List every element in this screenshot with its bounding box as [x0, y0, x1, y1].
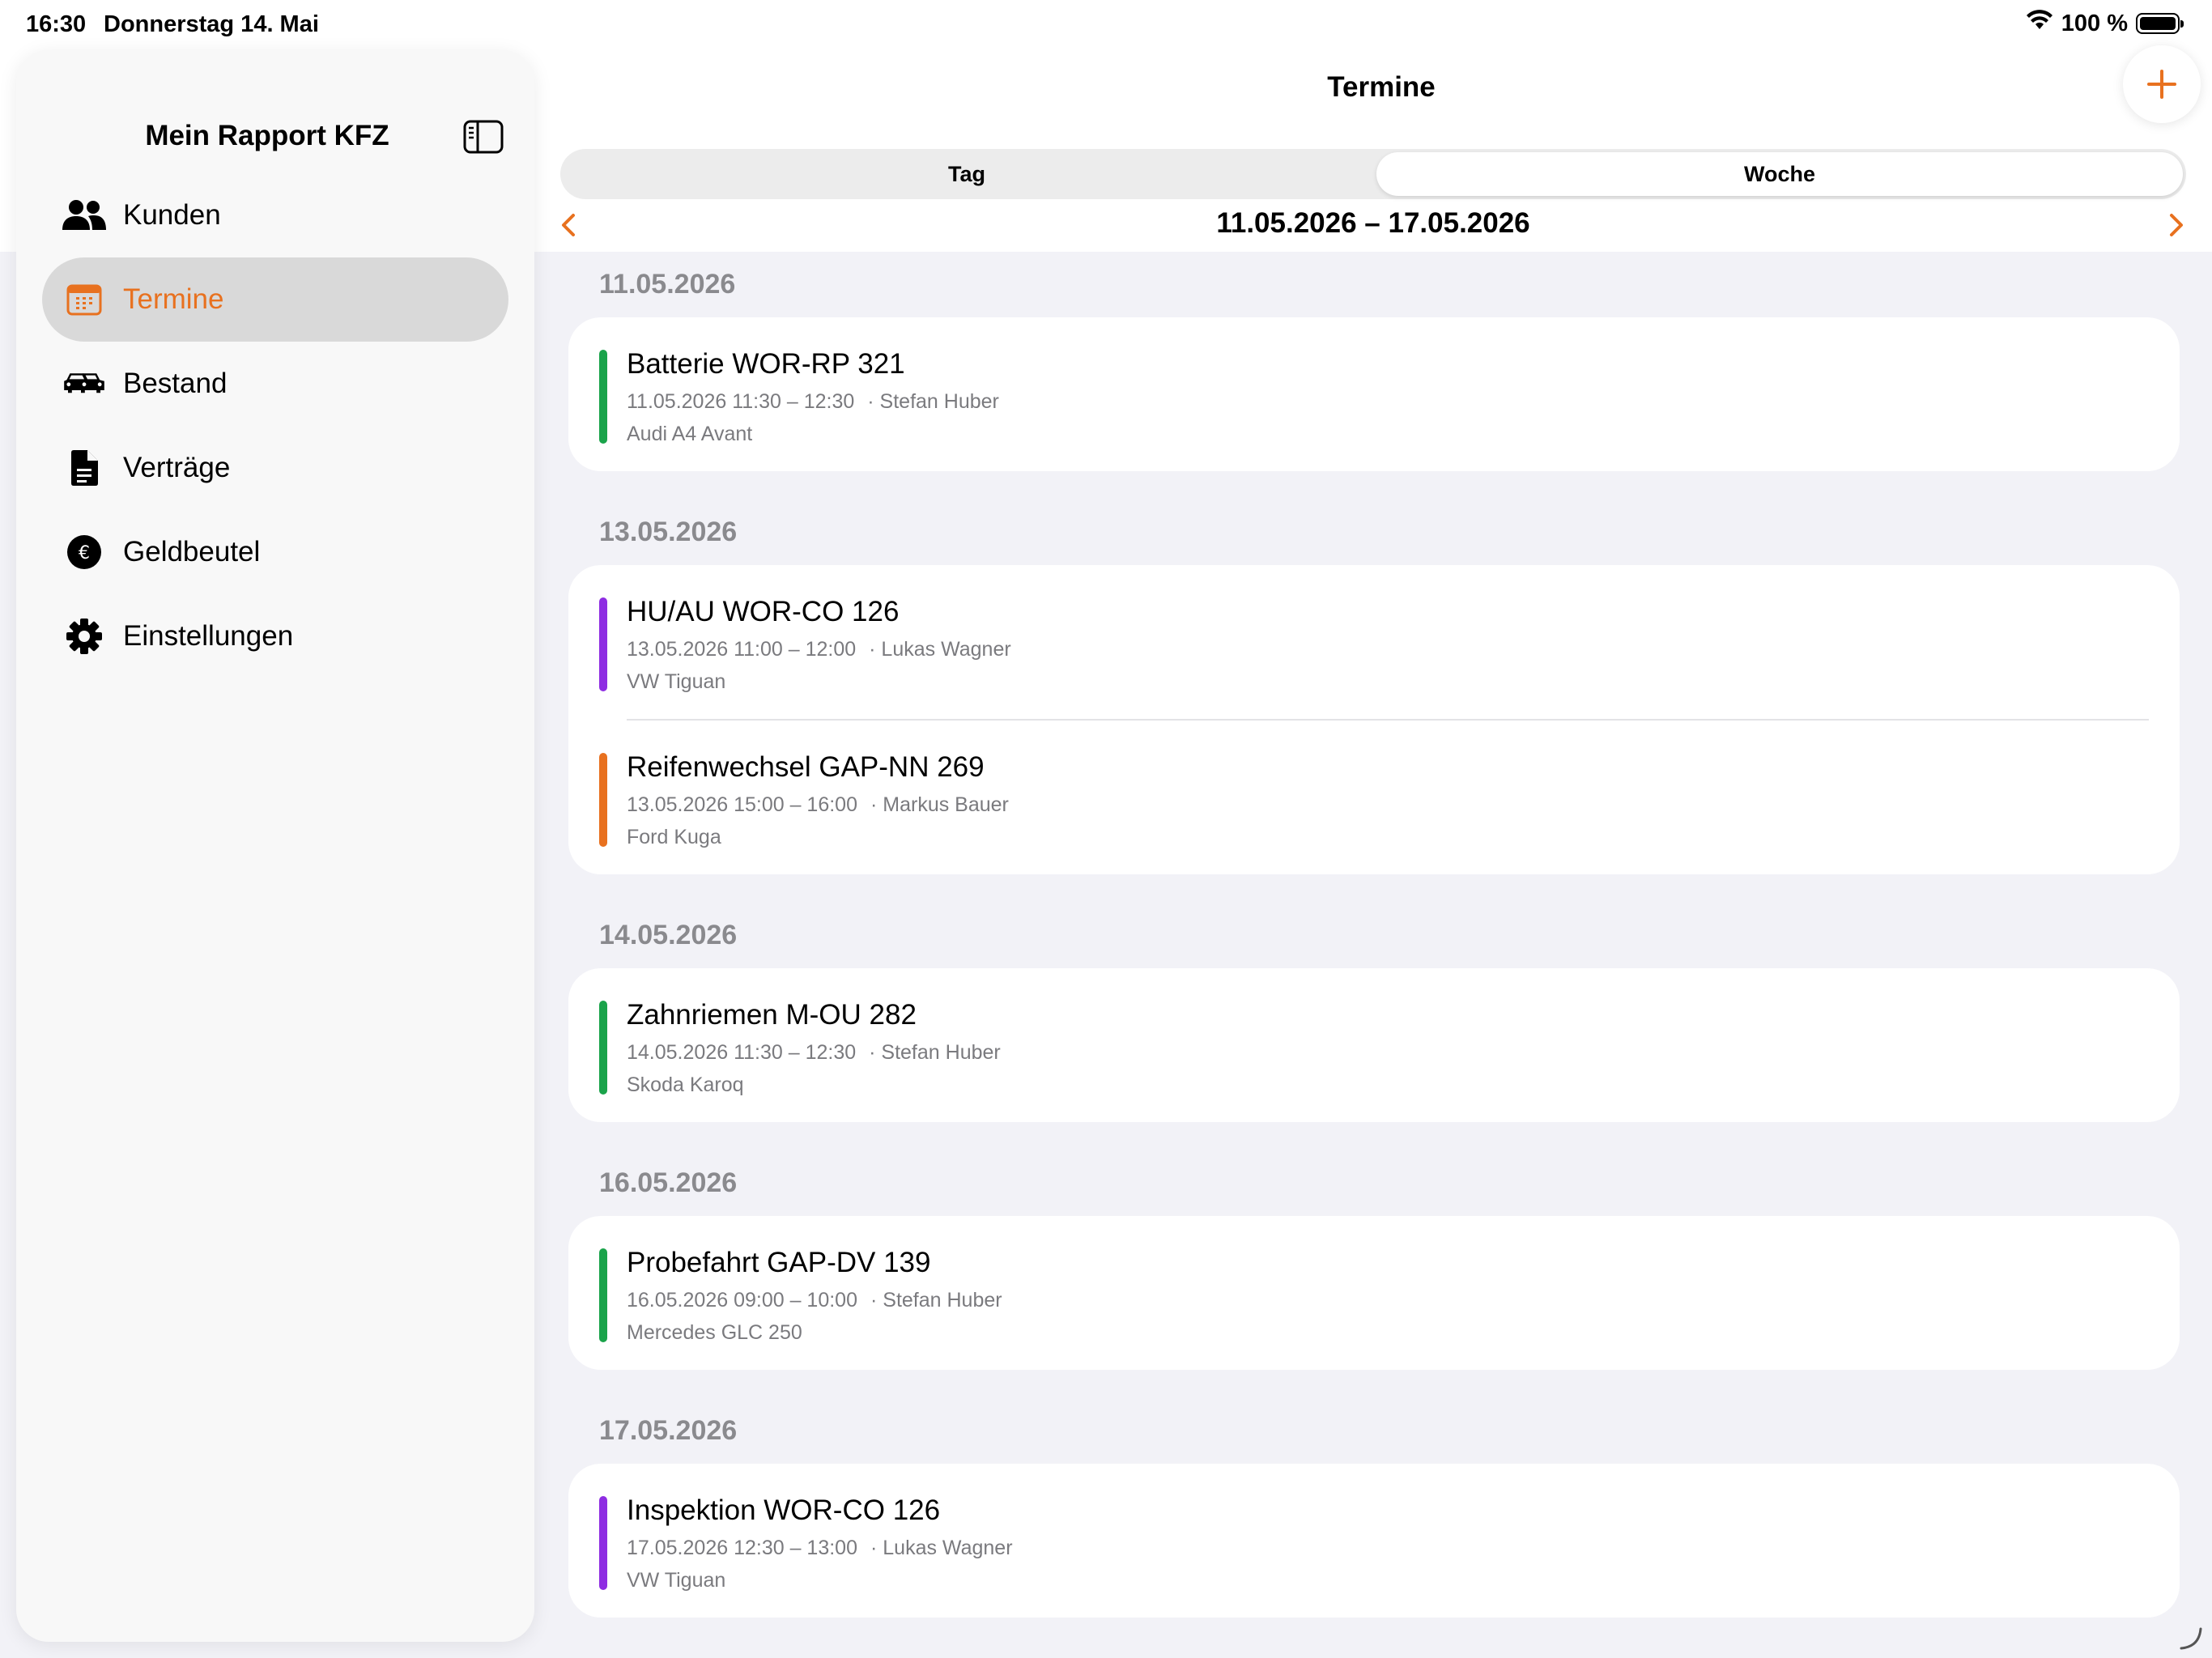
appointment-card: Batterie WOR-RP 321 11.05.2026 11:30 – 1…	[568, 317, 2180, 471]
appointment-color-bar	[599, 597, 607, 691]
sidebar-item-label: Einstellungen	[123, 620, 294, 652]
appointment-person: · Lukas Wagner	[870, 1537, 1013, 1559]
chevron-right-icon[interactable]	[2165, 209, 2188, 241]
appointment-title: Probefahrt GAP-DV 139	[627, 1247, 931, 1278]
appointment-row[interactable]: Batterie WOR-RP 321 11.05.2026 11:30 – 1…	[568, 317, 2180, 471]
appointment-title: Batterie WOR-RP 321	[627, 348, 905, 380]
appointment-meta: 14.05.2026 11:30 – 12:30 · Stefan Huber	[627, 1041, 1001, 1065]
section-date: 11.05.2026	[599, 269, 736, 300]
appointment-row[interactable]: Reifenwechsel GAP-NN 269 13.05.2026 15:0…	[568, 721, 2180, 874]
sidebar-item-vertraege[interactable]: Verträge	[42, 426, 508, 510]
gear-icon	[62, 614, 107, 659]
battery-icon	[2136, 13, 2184, 34]
sidebar-item-geldbeutel[interactable]: € Geldbeutel	[42, 510, 508, 594]
appointment-card: Inspektion WOR-CO 126 17.05.2026 12:30 –…	[568, 1464, 2180, 1618]
sidebar-item-label: Verträge	[123, 452, 231, 483]
appointment-person: · Markus Bauer	[870, 793, 1009, 816]
page-title: Termine	[1327, 71, 1436, 103]
appointment-time: 13.05.2026 15:00 – 16:00	[627, 793, 857, 816]
appointment-title: Reifenwechsel GAP-NN 269	[627, 751, 985, 783]
appointment-color-bar	[599, 350, 607, 444]
appointment-person: · Stefan Huber	[867, 390, 999, 413]
status-right: 100 %	[2026, 10, 2184, 37]
sidebar-nav: Kunden Termine Bestand Verträge € Geldbe…	[42, 173, 508, 678]
appointment-person: · Stefan Huber	[869, 1041, 1001, 1064]
people-icon	[62, 193, 107, 238]
appointment-color-bar	[599, 753, 607, 847]
appointment-time: 17.05.2026 12:30 – 13:00	[627, 1537, 857, 1559]
status-date: Donnerstag 14. Mai	[104, 11, 319, 37]
appointment-time: 13.05.2026 11:00 – 12:00	[627, 638, 857, 661]
appointment-color-bar	[599, 1496, 607, 1590]
calendar-icon	[62, 277, 107, 322]
appointment-vehicle: Audi A4 Avant	[627, 423, 753, 445]
appointment-card: HU/AU WOR-CO 126 13.05.2026 11:00 – 12:0…	[568, 565, 2180, 874]
appointment-title: Inspektion WOR-CO 126	[627, 1494, 941, 1526]
sidebar-item-label: Bestand	[123, 368, 228, 399]
appointment-vehicle: Mercedes GLC 250	[627, 1321, 802, 1344]
appointment-row[interactable]: Zahnriemen M-OU 282 14.05.2026 11:30 – 1…	[568, 968, 2180, 1122]
status-bar: 16:30 Donnerstag 14. Mai 100 %	[0, 0, 2212, 52]
appointment-row[interactable]: HU/AU WOR-CO 126 13.05.2026 11:00 – 12:0…	[568, 565, 2180, 719]
appointment-meta: 16.05.2026 09:00 – 10:00 · Stefan Huber	[627, 1289, 1002, 1312]
appointment-color-bar	[599, 1001, 607, 1095]
segment-woche[interactable]: Woche	[1376, 152, 2183, 196]
sidebar-toggle-icon[interactable]	[463, 120, 504, 154]
appointment-color-bar	[599, 1248, 607, 1342]
appointment-vehicle: VW Tiguan	[627, 1569, 726, 1592]
plus-icon	[2147, 70, 2176, 99]
appointment-row[interactable]: Inspektion WOR-CO 126 17.05.2026 12:30 –…	[568, 1464, 2180, 1618]
sidebar-item-kunden[interactable]: Kunden	[42, 173, 508, 257]
appointment-title: HU/AU WOR-CO 126	[627, 596, 900, 627]
appointment-vehicle: Skoda Karoq	[627, 1073, 744, 1096]
sidebar: Mein Rapport KFZ Kunden Termine Bestand	[16, 50, 534, 1642]
appointment-vehicle: Ford Kuga	[627, 826, 721, 848]
appointment-time: 14.05.2026 11:30 – 12:30	[627, 1041, 857, 1064]
appointment-meta: 13.05.2026 11:00 – 12:00 · Lukas Wagner	[627, 638, 1011, 661]
sidebar-title: Mein Rapport KFZ	[145, 120, 389, 151]
appointment-card: Zahnriemen M-OU 282 14.05.2026 11:30 – 1…	[568, 968, 2180, 1122]
sidebar-item-label: Geldbeutel	[123, 536, 261, 568]
sidebar-item-label: Termine	[123, 283, 224, 315]
appointment-meta: 13.05.2026 15:00 – 16:00 · Markus Bauer	[627, 793, 1009, 817]
appointment-time: 16.05.2026 09:00 – 10:00	[627, 1289, 857, 1312]
document-icon	[62, 445, 107, 491]
appointment-vehicle: VW Tiguan	[627, 670, 726, 693]
cars-icon	[62, 361, 107, 406]
appointment-person: · Lukas Wagner	[869, 638, 1011, 661]
section-date: 14.05.2026	[599, 920, 738, 950]
add-appointment-button[interactable]	[2123, 45, 2201, 123]
svg-text:€: €	[79, 543, 90, 563]
resize-grabber-icon	[2178, 1626, 2202, 1650]
wifi-icon	[2026, 10, 2053, 37]
appointment-person: · Stefan Huber	[870, 1289, 1002, 1312]
sidebar-item-bestand[interactable]: Bestand	[42, 342, 508, 426]
appointment-meta: 17.05.2026 12:30 – 13:00 · Lukas Wagner	[627, 1537, 1013, 1560]
section-date: 17.05.2026	[599, 1415, 738, 1446]
appointment-title: Zahnriemen M-OU 282	[627, 999, 917, 1031]
appointment-card: Probefahrt GAP-DV 139 16.05.2026 09:00 –…	[568, 1216, 2180, 1370]
date-range: 11.05.2026 – 17.05.2026	[1216, 207, 1530, 239]
segment-tag[interactable]: Tag	[560, 149, 1373, 199]
appointment-meta: 11.05.2026 11:30 – 12:30 · Stefan Huber	[627, 390, 999, 414]
sidebar-item-termine[interactable]: Termine	[42, 257, 508, 342]
status-time: 16:30	[26, 11, 87, 37]
section-date: 13.05.2026	[599, 517, 738, 547]
battery-percent: 100 %	[2061, 10, 2128, 36]
view-segmented-control: Tag Woche	[560, 149, 2186, 199]
sidebar-item-einstellungen[interactable]: Einstellungen	[42, 594, 508, 678]
appointment-time: 11.05.2026 11:30 – 12:30	[627, 390, 855, 413]
section-date: 16.05.2026	[599, 1167, 738, 1198]
sidebar-item-label: Kunden	[123, 199, 221, 231]
euro-coin-icon: €	[62, 529, 107, 575]
appointment-row[interactable]: Probefahrt GAP-DV 139 16.05.2026 09:00 –…	[568, 1216, 2180, 1370]
